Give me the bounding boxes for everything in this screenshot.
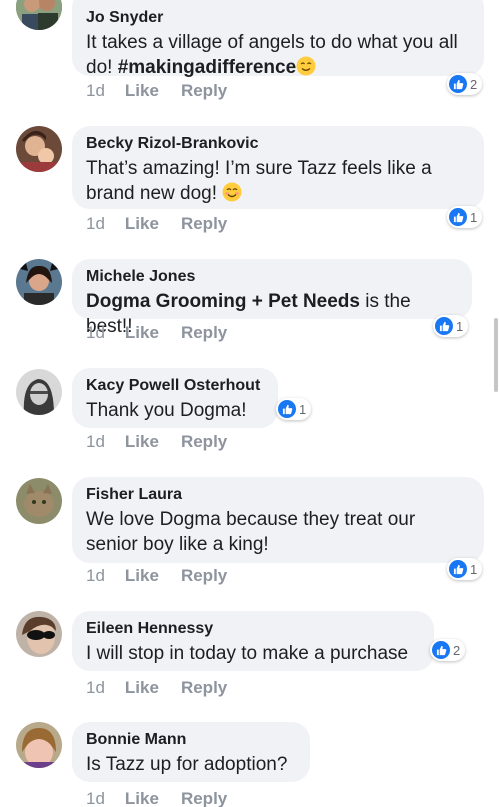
reaction-badge[interactable]: 1 [447, 206, 483, 228]
comment-actions: 1d Like Reply [86, 432, 249, 452]
comment-text: I will stop in today to make a purchase [86, 643, 409, 664]
reaction-count: 1 [470, 209, 478, 225]
like-button[interactable]: Like [125, 678, 159, 697]
comment-bubble: Eileen Hennessy I will stop in today to … [72, 611, 434, 671]
like-thumb-icon [435, 317, 453, 335]
reaction-badge[interactable]: 2 [447, 73, 483, 95]
like-button[interactable]: Like [125, 81, 159, 100]
reply-button[interactable]: Reply [181, 432, 227, 451]
comment-author[interactable]: Bonnie Mann [86, 730, 296, 750]
comment-timestamp[interactable]: 1d [86, 214, 105, 233]
reply-button[interactable]: Reply [181, 323, 227, 342]
comment-timestamp[interactable]: 1d [86, 789, 105, 807]
comment-author[interactable]: Jo Snyder [86, 8, 470, 28]
comment-bubble: Kacy Powell Osterhout Thank you Dogma! [72, 368, 278, 428]
avatar-eileen-hennessy[interactable] [16, 611, 62, 657]
comment-author[interactable]: Kacy Powell Osterhout [86, 376, 264, 396]
avatar-kacy-powell-osterhout[interactable] [16, 369, 62, 415]
page-mention-link[interactable]: Dogma Grooming + Pet Needs [86, 291, 360, 312]
comment-text: Thank you Dogma! [86, 400, 247, 421]
reply-button[interactable]: Reply [181, 789, 227, 807]
comment-text-line: senior boy like a king! [86, 534, 269, 555]
comment-bubble: Bonnie Mann Is Tazz up for adoption? [72, 722, 310, 782]
reply-button[interactable]: Reply [181, 81, 227, 100]
comment-author[interactable]: Eileen Hennessy [86, 619, 420, 639]
reaction-count: 2 [470, 76, 478, 92]
comment-timestamp[interactable]: 1d [86, 432, 105, 451]
avatar-bonnie-mann[interactable] [16, 722, 62, 768]
comment-author[interactable]: Fisher Laura [86, 485, 470, 505]
comment-text: That’s amazing! I’m sure Tazz feels like… [86, 156, 470, 206]
comment-text-line: We love Dogma because they treat our [86, 509, 416, 530]
comment-text: Is Tazz up for adoption? [86, 754, 288, 775]
like-button[interactable]: Like [125, 789, 159, 807]
reply-button[interactable]: Reply [181, 678, 227, 697]
like-button[interactable]: Like [125, 214, 159, 233]
comment-text-line: It takes a village of angels to do what … [86, 32, 458, 53]
scrollbar[interactable] [494, 318, 498, 392]
like-button[interactable]: Like [125, 323, 159, 342]
reaction-count: 1 [299, 401, 307, 417]
comment-text-line: do! [86, 57, 118, 78]
comment-bubble: Becky Rizol-Brankovic That’s amazing! I’… [72, 126, 484, 209]
like-thumb-icon [449, 560, 467, 578]
comment-actions: 1d Like Reply [86, 323, 249, 343]
reaction-count: 1 [470, 561, 478, 577]
comment-bubble: Fisher Laura We love Dogma because they … [72, 477, 484, 563]
smiling-face-emoji [222, 182, 242, 202]
reaction-badge[interactable]: 1 [447, 558, 483, 580]
like-thumb-icon [449, 75, 467, 93]
like-thumb-icon [449, 208, 467, 226]
comment-timestamp[interactable]: 1d [86, 678, 105, 697]
like-thumb-icon [432, 641, 450, 659]
comment-text: We love Dogma because they treat our sen… [86, 507, 470, 557]
comment-author[interactable]: Michele Jones [86, 267, 458, 287]
comment-actions: 1d Like Reply [86, 214, 249, 234]
avatar-fisher-laura[interactable] [16, 478, 62, 524]
avatar-michele-jones[interactable] [16, 259, 62, 305]
comment-bubble: Michele Jones Dogma Grooming + Pet Needs… [72, 259, 472, 337]
comment-author[interactable]: Becky Rizol-Brankovic [86, 134, 470, 154]
comment-actions: 1d Like Reply [86, 566, 249, 586]
comment-actions: 1d Like Reply [86, 789, 249, 807]
comment-text-line: That’s amazing! I’m sure Tazz feels like… [86, 158, 432, 179]
reaction-badge[interactable]: 1 [276, 398, 312, 420]
avatar-becky-rizol-brankovic[interactable] [16, 126, 62, 172]
relieved-face-emoji [296, 56, 316, 76]
like-button[interactable]: Like [125, 432, 159, 451]
comment-text-line: brand new dog! [86, 183, 223, 204]
reaction-count: 1 [456, 318, 464, 334]
like-button[interactable]: Like [125, 566, 159, 585]
reaction-badge[interactable]: 2 [430, 639, 466, 661]
comment-timestamp[interactable]: 1d [86, 323, 105, 342]
avatar-jo-snyder[interactable] [16, 0, 62, 30]
comment-bubble: Jo Snyder It takes a village of angels t… [72, 0, 484, 78]
like-thumb-icon [278, 400, 296, 418]
comment-actions: 1d Like Reply [86, 81, 249, 101]
reply-button[interactable]: Reply [181, 566, 227, 585]
comment-text: It takes a village of angels to do what … [86, 30, 470, 80]
reaction-count: 2 [453, 642, 461, 658]
reply-button[interactable]: Reply [181, 214, 227, 233]
comment-timestamp[interactable]: 1d [86, 81, 105, 100]
comment-feed: Jo Snyder It takes a village of angels t… [0, 0, 500, 807]
reaction-badge[interactable]: 1 [433, 315, 469, 337]
hashtag-link[interactable]: #makingadifference [118, 57, 296, 78]
comment-timestamp[interactable]: 1d [86, 566, 105, 585]
comment-actions: 1d Like Reply [86, 678, 249, 698]
